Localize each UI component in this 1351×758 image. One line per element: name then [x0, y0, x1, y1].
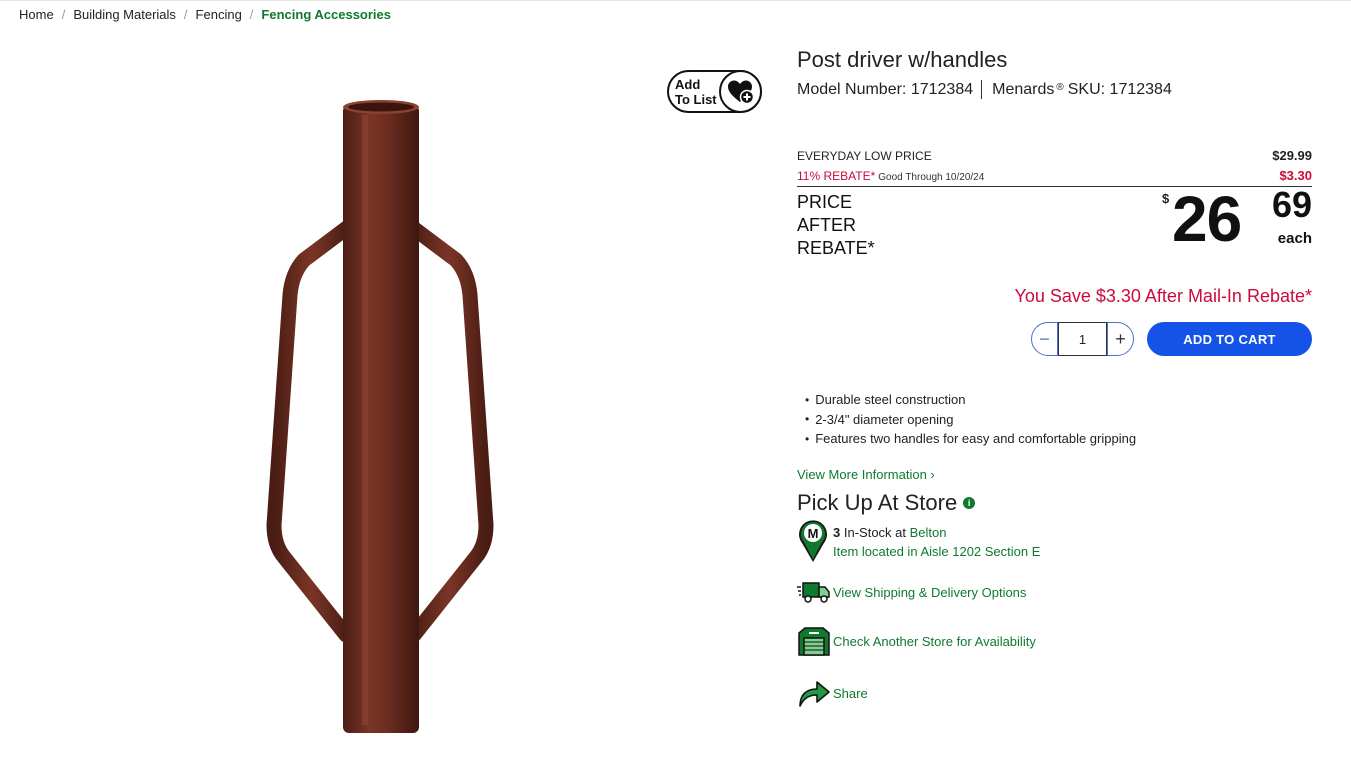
add-to-cart-button[interactable]: ADD TO CART: [1147, 322, 1312, 356]
model-sku-divider: [981, 80, 983, 99]
everyday-price-label: EVERYDAY LOW PRICE: [797, 149, 932, 163]
store-pin-icon: M: [797, 519, 829, 563]
add-to-list-label: Add To List: [675, 77, 721, 107]
price-whole: 26: [1172, 183, 1242, 255]
pickup-heading: Pick Up At Store i: [797, 490, 976, 516]
post-driver-illustration: [266, 100, 494, 733]
sku-brand: Menards: [992, 80, 1055, 98]
view-more-information-link[interactable]: View More Information ›: [797, 467, 935, 482]
rebate-label[interactable]: 11% REBATE*: [797, 169, 875, 183]
product-image[interactable]: [240, 95, 520, 740]
par-line-1: PRICE: [797, 192, 853, 212]
add-to-list-button[interactable]: Add To List: [667, 70, 762, 113]
breadcrumb-home[interactable]: Home: [19, 7, 54, 22]
stock-count: 3: [833, 525, 841, 540]
delivery-truck-icon: [797, 577, 831, 607]
breadcrumb-building-materials[interactable]: Building Materials: [73, 7, 176, 22]
check-another-store-link[interactable]: Check Another Store for Availability: [833, 634, 1036, 649]
quantity-decrease-button[interactable]: −: [1031, 322, 1058, 356]
breadcrumb: Home / Building Materials / Fencing / Fe…: [19, 7, 391, 22]
check-store-row: Check Another Store for Availability: [797, 626, 1036, 656]
everyday-price-row: EVERYDAY LOW PRICE $29.99: [797, 148, 1312, 168]
everyday-price-amount: $29.99: [1272, 148, 1312, 163]
heart-plus-icon: [719, 70, 762, 113]
breadcrumb-separator: /: [249, 7, 254, 22]
feature-list: Durable steel construction 2-3/4" diamet…: [805, 390, 1136, 449]
info-icon[interactable]: i: [963, 497, 976, 509]
model-sku-line: Model Number: 1712384 Menards ® SKU: 171…: [797, 80, 1172, 99]
breadcrumb-separator: /: [61, 7, 66, 22]
price-unit: each: [1277, 230, 1312, 247]
rebate-good-through: Good Through 10/20/24: [878, 172, 985, 183]
feature-item: 2-3/4" diameter opening: [805, 410, 1136, 430]
add-to-list-line1: Add: [675, 76, 701, 92]
product-title: Post driver w/handles: [797, 47, 1008, 72]
aisle-location: Item located in Aisle 1202 Section E: [833, 544, 1041, 559]
quantity-input[interactable]: [1058, 322, 1107, 356]
breadcrumb-current: Fencing Accessories: [261, 7, 391, 22]
price-dollar-sign: $: [1162, 191, 1170, 206]
par-line-3: REBATE*: [797, 238, 875, 258]
breadcrumb-separator: /: [183, 7, 188, 22]
quantity-stepper: − +: [1031, 322, 1134, 356]
model-number: 1712384: [910, 80, 974, 98]
price-table: EVERYDAY LOW PRICE $29.99 11% REBATE* Goo…: [797, 148, 1312, 187]
registered-mark: ®: [1056, 82, 1064, 93]
you-save-text: You Save $3.30 After Mail-In Rebate*: [1014, 286, 1312, 306]
par-line-2: AFTER: [797, 215, 857, 235]
model-label: Model Number:: [797, 80, 907, 98]
store-name-link[interactable]: Belton: [910, 525, 947, 540]
share-row: Share: [797, 678, 868, 708]
share-arrow-icon: [797, 678, 831, 708]
svg-text:M: M: [808, 526, 819, 541]
in-stock-text: In-Stock at: [843, 525, 906, 540]
stock-line: 3 In-Stock at Belton: [833, 525, 947, 540]
price-after-rebate-label: PRICE AFTER REBATE*: [797, 191, 887, 260]
pickup-title: Pick Up At Store: [797, 490, 958, 515]
rebate-amount: $3.30: [1279, 168, 1312, 183]
breadcrumb-fencing[interactable]: Fencing: [196, 7, 242, 22]
sku-label: SKU:: [1067, 80, 1106, 98]
store-building-icon: [797, 626, 831, 656]
quantity-increase-button[interactable]: +: [1107, 322, 1134, 356]
sku-number: 1712384: [1109, 80, 1172, 98]
top-divider: [0, 0, 1351, 1]
view-shipping-link[interactable]: View Shipping & Delivery Options: [833, 585, 1026, 600]
feature-item: Durable steel construction: [805, 390, 1136, 410]
price-cents: 69: [1271, 184, 1312, 225]
shipping-options-row: View Shipping & Delivery Options: [797, 577, 1026, 607]
share-link[interactable]: Share: [833, 686, 868, 701]
final-price: $ 26 69 each: [1162, 183, 1312, 257]
feature-item: Features two handles for easy and comfor…: [805, 429, 1136, 449]
add-to-list-line2: To List: [675, 91, 717, 107]
